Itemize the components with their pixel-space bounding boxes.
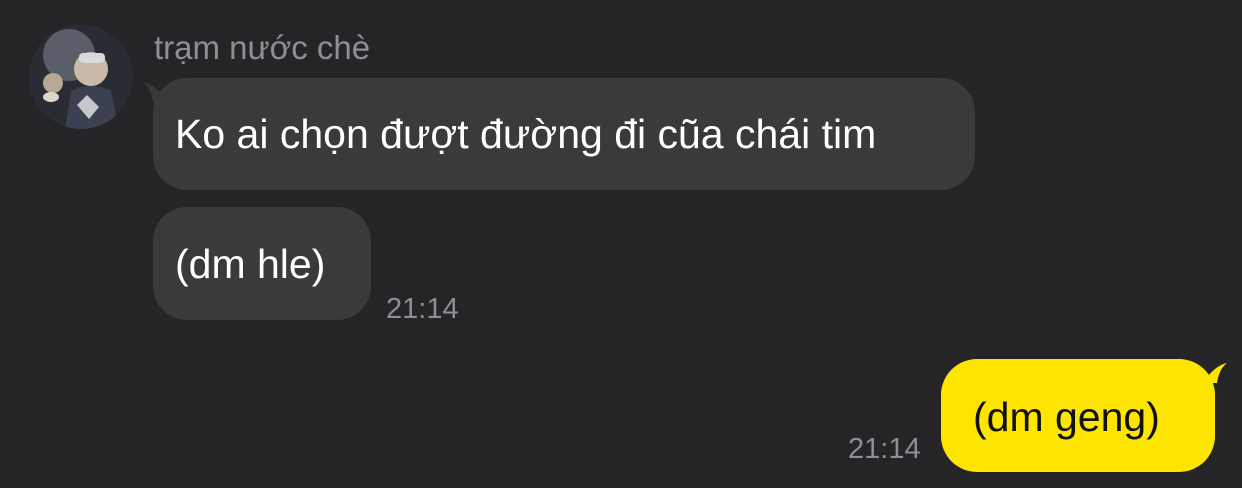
outgoing-message-bubble[interactable]: (dm geng)	[941, 359, 1215, 472]
incoming-message-bubble[interactable]: (dm hle)	[153, 207, 371, 320]
message-timestamp: 21:14	[848, 433, 921, 465]
sender-name: trạm nước chè	[154, 29, 371, 66]
incoming-message-bubble[interactable]: Ko ai chọn đượt đường đi cũa chái tim	[153, 78, 975, 190]
message-text: (dm geng)	[973, 394, 1160, 440]
sender-avatar[interactable]	[29, 25, 133, 129]
outgoing-bubble-tail	[1207, 363, 1227, 383]
message-text: Ko ai chọn đượt đường đi cũa chái tim	[175, 111, 877, 157]
message-timestamp: 21:14	[386, 293, 459, 325]
chat-view: trạm nước chè Ko ai chọn đượt đường đi c…	[0, 0, 1242, 488]
message-text: (dm hle)	[175, 241, 326, 287]
avatar-photo-icon	[29, 25, 133, 129]
